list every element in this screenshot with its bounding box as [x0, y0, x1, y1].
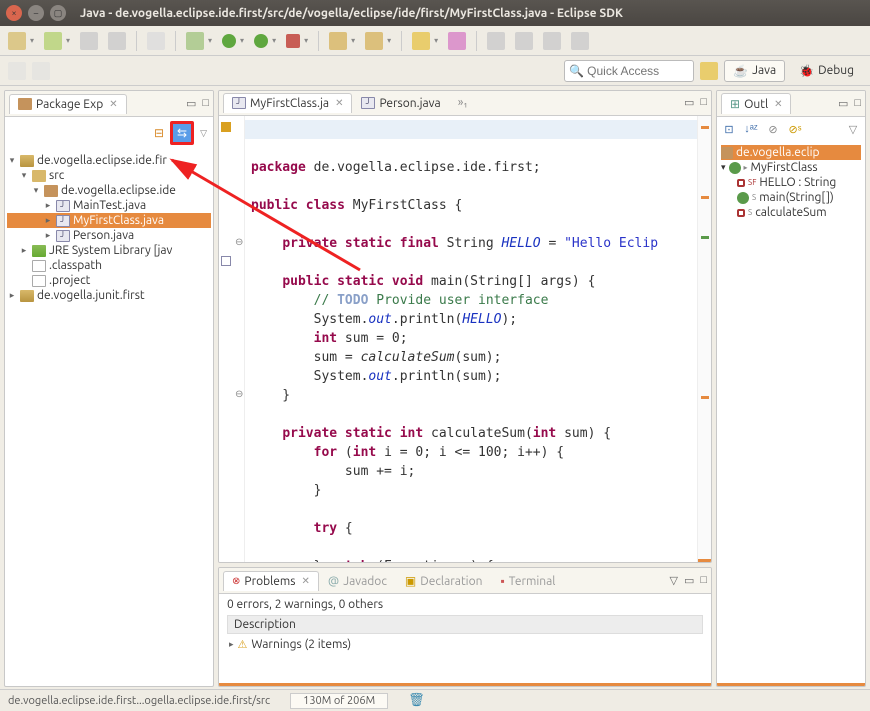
status-bar: de.vogella.eclipse.ide.first...ogella.ec… [0, 689, 870, 711]
more-tabs-indicator[interactable]: »₁ [458, 96, 468, 109]
maximize-icon[interactable]: □ [202, 97, 209, 110]
outline-field-hello[interactable]: SFHELLO : String [721, 175, 861, 190]
minimize-icon[interactable]: – [28, 5, 44, 21]
open-perspective-icon[interactable] [700, 62, 718, 80]
problems-summary: 0 errors, 2 warnings, 0 others [227, 598, 703, 611]
window-title: Java - de.vogella.eclipse.ide.first/src/… [80, 7, 623, 20]
tab-outline[interactable]: ⊞Outl✕ [721, 93, 791, 114]
editor-gutter[interactable]: ⊖ ⊖ [219, 116, 245, 562]
window-titlebar: × – ▢ Java - de.vogella.eclipse.ide.firs… [0, 0, 870, 26]
maximize-icon[interactable]: □ [700, 96, 707, 109]
code-area[interactable]: package de.vogella.eclipse.ide.first; pu… [245, 116, 697, 562]
sort-icon[interactable]: ↓ᵃᶻ [743, 121, 759, 137]
close-icon[interactable]: ✕ [301, 575, 309, 587]
build-icon[interactable] [147, 32, 165, 50]
main-toolbar: ▾ ▾ ▾ ▾ ▾ ▾ ▾ ▾ ▾ [0, 26, 870, 56]
maximize-icon[interactable]: ▢ [50, 5, 66, 21]
heap-status[interactable]: 130M of 206M [290, 693, 388, 709]
tree-project[interactable]: .project [7, 273, 211, 288]
tree-file-person[interactable]: ▸Person.java [7, 228, 211, 243]
outline-class[interactable]: ▾▸MyFirstClass [721, 160, 861, 175]
editor-tab-myfirstclass[interactable]: MyFirstClass.ja✕ [223, 93, 352, 113]
search-icon: 🔍 [569, 64, 584, 78]
view-menu-icon[interactable]: ▽ [669, 574, 677, 587]
hide-static-icon[interactable]: ⊘ˢ [787, 121, 803, 137]
tree-file-maintest[interactable]: ▸MainTest.java [7, 198, 211, 213]
outline-package[interactable]: de.vogella.eclip [721, 145, 861, 160]
problems-column-header[interactable]: Description [227, 615, 703, 634]
maximize-icon[interactable]: □ [854, 97, 861, 110]
minimize-icon[interactable]: ▭ [838, 97, 848, 110]
tree-jre[interactable]: ▸JRE System Library [jav [7, 243, 211, 258]
new-package-icon[interactable] [329, 32, 347, 50]
minimize-icon[interactable]: ▭ [684, 574, 694, 587]
coverage-icon[interactable] [286, 34, 300, 48]
save-all-icon[interactable] [80, 32, 98, 50]
minimize-icon[interactable]: ▭ [186, 97, 196, 110]
new-icon[interactable] [8, 32, 26, 50]
focus-icon[interactable]: ⊡ [721, 121, 737, 137]
nav-back-icon[interactable] [8, 62, 26, 80]
minimize-icon[interactable]: ▭ [684, 96, 694, 109]
view-menu-icon[interactable]: ▽ [200, 128, 207, 139]
close-icon[interactable]: ✕ [335, 97, 343, 109]
tree-file-myfirstclass[interactable]: ▸MyFirstClass.java [7, 213, 211, 228]
workspace: Package Exp ✕ ▭ □ ⊟ ⇆ ▽ ▾de.vogella.ecli… [0, 86, 870, 691]
problems-panel: ⊗Problems✕ @Javadoc ▣Declaration ▪Termin… [218, 567, 712, 687]
close-icon[interactable]: ✕ [109, 98, 117, 110]
search-icon[interactable] [448, 32, 466, 50]
close-icon[interactable]: × [6, 5, 22, 21]
warning-icon: ⚠ [238, 638, 248, 651]
package-explorer-panel: Package Exp ✕ ▭ □ ⊟ ⇆ ▽ ▾de.vogella.ecli… [4, 90, 214, 687]
package-tree[interactable]: ▾de.vogella.eclipse.ide.fir ▾src ▾de.vog… [5, 149, 213, 307]
perspective-debug[interactable]: 🐞Debug [791, 61, 862, 81]
run-icon[interactable] [222, 34, 236, 48]
tab-terminal[interactable]: ▪Terminal [491, 570, 564, 591]
tab-javadoc[interactable]: @Javadoc [319, 571, 396, 591]
warnings-row[interactable]: ▸ ⚠ Warnings (2 items) [227, 634, 703, 655]
outline-panel: ⊞Outl✕ ▭ □ ⊡ ↓ᵃᶻ ⊘ ⊘ˢ ▽ de.vogella.eclip… [716, 90, 866, 687]
close-icon[interactable]: ✕ [774, 98, 782, 110]
block-selection-icon[interactable] [543, 32, 561, 50]
link-with-editor-button[interactable]: ⇆ [170, 121, 194, 145]
tree-proj-junit[interactable]: ▸de.vogella.junit.first [7, 288, 211, 303]
nav-forward-icon[interactable] [32, 62, 50, 80]
print-icon[interactable] [108, 32, 126, 50]
tab-problems[interactable]: ⊗Problems✕ [223, 571, 319, 591]
maximize-icon[interactable]: □ [700, 574, 707, 587]
overview-ruler[interactable] [697, 116, 711, 562]
new-class-icon[interactable] [365, 32, 383, 50]
perspective-java[interactable]: ☕Java [724, 60, 785, 82]
mark-occurrences-icon[interactable] [515, 32, 533, 50]
debug-icon[interactable] [186, 32, 204, 50]
outline-method-main[interactable]: Smain(String[]) [721, 190, 861, 205]
outline-tree[interactable]: de.vogella.eclip ▾▸MyFirstClass SFHELLO … [717, 141, 865, 224]
gc-trash-icon[interactable]: 🗑 [408, 693, 425, 708]
status-path: de.vogella.eclipse.ide.first...ogella.ec… [8, 695, 270, 707]
editor-body[interactable]: ⊖ ⊖ package de.vogella.eclipse.ide.first… [219, 116, 711, 562]
hide-fields-icon[interactable]: ⊘ [765, 121, 781, 137]
tab-declaration[interactable]: ▣Declaration [396, 570, 492, 591]
editor-panel: MyFirstClass.ja✕ Person.java »₁ ▭ □ ⊖ ⊖ [218, 90, 712, 563]
open-type-icon[interactable] [412, 32, 430, 50]
tree-classpath[interactable]: .classpath [7, 258, 211, 273]
run-last-icon[interactable] [254, 34, 268, 48]
editor-tab-person[interactable]: Person.java [352, 93, 449, 113]
view-menu-icon[interactable]: ▽ [845, 121, 861, 137]
toggle-breadcrumb-icon[interactable] [487, 32, 505, 50]
collapse-all-icon[interactable]: ⊟ [154, 126, 164, 140]
show-whitespace-icon[interactable] [571, 32, 589, 50]
save-icon[interactable] [44, 32, 62, 50]
outline-method-calculatesum[interactable]: ScalculateSum [721, 205, 861, 220]
toolbar-row-2: 🔍 ☕Java 🐞Debug [0, 56, 870, 86]
tab-package-explorer[interactable]: Package Exp ✕ [9, 94, 127, 114]
